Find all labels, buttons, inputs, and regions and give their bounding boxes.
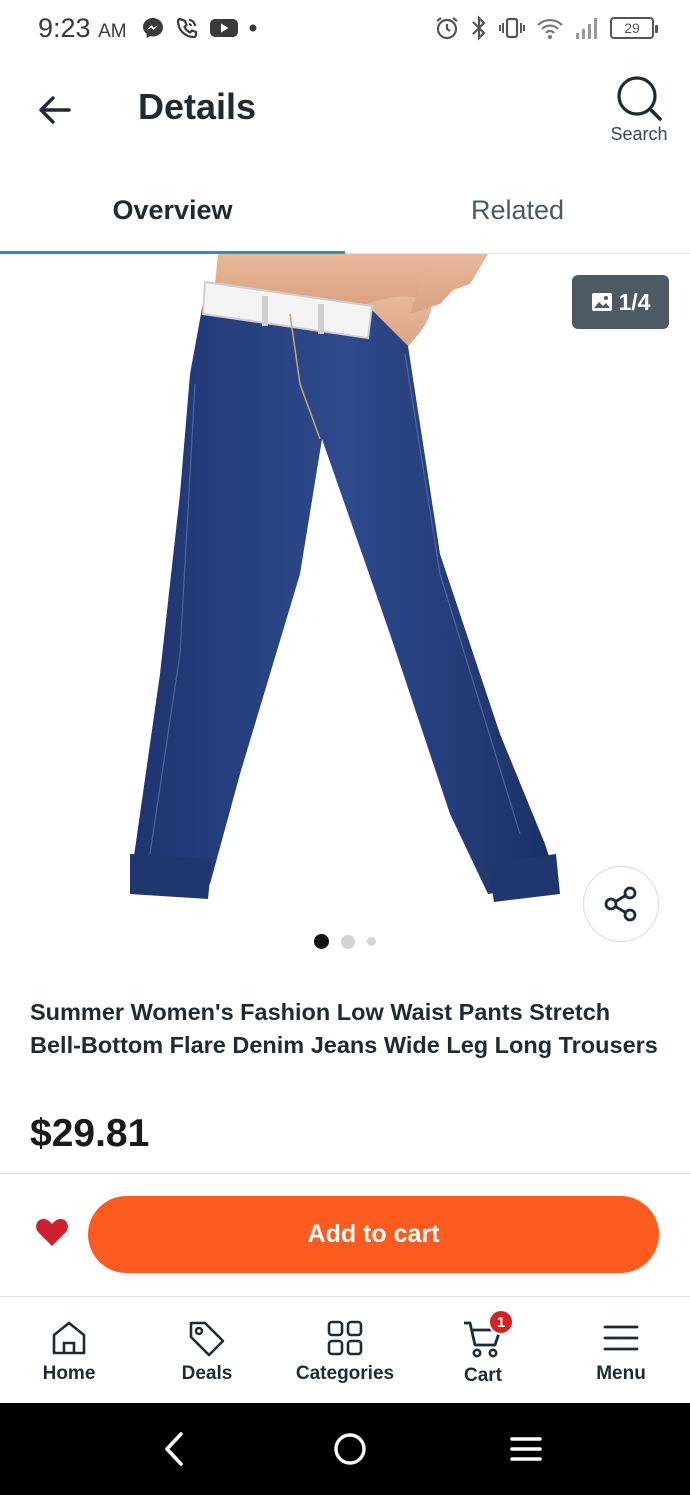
tab-related[interactable]: Related: [345, 166, 690, 254]
notification-icons: [141, 16, 257, 40]
alarm-icon: [436, 17, 458, 40]
messenger-icon: [142, 18, 163, 38]
nav-menu-label: Menu: [596, 1363, 646, 1384]
search-icon: [617, 76, 662, 121]
menu-icon: [603, 1325, 639, 1351]
image-icon: [591, 293, 612, 311]
gallery-pagination: [0, 934, 690, 949]
battery-level: 29: [624, 20, 640, 36]
system-back-button[interactable]: [150, 1425, 198, 1473]
more-notifications-dot-icon: [249, 24, 257, 32]
tag-icon: [189, 1321, 225, 1357]
youtube-icon: [209, 19, 238, 37]
share-icon: [604, 886, 637, 922]
arrow-left-icon: [39, 96, 71, 124]
back-button[interactable]: [30, 86, 78, 134]
nav-cart-label: Cart: [463, 1365, 502, 1386]
system-home-button[interactable]: [326, 1425, 374, 1473]
product-price: $29.81: [30, 1112, 150, 1155]
nav-categories[interactable]: Categories: [276, 1297, 414, 1403]
nav-menu[interactable]: Menu: [552, 1297, 690, 1403]
pagination-dot[interactable]: [341, 934, 355, 949]
tab-overview[interactable]: Overview: [0, 166, 345, 255]
chevron-left-icon: [165, 1432, 183, 1466]
cart-count-badge: 1: [488, 1309, 514, 1335]
wifi-call-icon: [176, 17, 197, 39]
nav-home-label: Home: [42, 1363, 96, 1384]
bluetooth-icon: [472, 15, 486, 41]
status-left: 9:23 AM: [38, 13, 257, 44]
search-label: Search: [610, 124, 668, 144]
status-right: 29: [434, 15, 658, 41]
nav-cart[interactable]: 1 Cart: [414, 1297, 552, 1403]
tab-bar: Overview Related: [0, 166, 690, 255]
product-title: Summer Women's Fashion Low Waist Pants S…: [30, 999, 658, 1058]
grid-icon: [327, 1320, 363, 1356]
product-image-gallery[interactable]: 1/4: [0, 254, 690, 966]
pagination-dot[interactable]: [367, 937, 376, 946]
signal-icon: [576, 18, 597, 39]
system-recents-button[interactable]: [502, 1425, 550, 1473]
system-navigation-bar: [0, 1403, 690, 1495]
app-header: Details Search: [0, 56, 690, 166]
search-button[interactable]: Search: [606, 74, 672, 145]
product-image: [130, 254, 560, 902]
nav-home[interactable]: Home: [0, 1297, 138, 1403]
clock: 9:23 AM: [38, 12, 127, 43]
nav-deals[interactable]: Deals: [138, 1297, 276, 1403]
divider: [0, 1173, 690, 1174]
favorite-button[interactable]: [32, 1212, 72, 1252]
status-bar: 9:23 AM 29: [0, 0, 690, 56]
pagination-dot[interactable]: [314, 934, 329, 949]
vibrate-icon: [499, 17, 525, 39]
circle-home-icon: [334, 1433, 366, 1465]
battery-icon: 29: [610, 17, 658, 39]
bottom-navigation: Home Deals Categories 1 Cart Menu: [0, 1297, 690, 1403]
image-counter-text: 1/4: [618, 288, 651, 315]
recents-icon: [510, 1437, 542, 1461]
home-icon: [52, 1321, 86, 1355]
heart-icon: [36, 1219, 68, 1246]
nav-categories-label: Categories: [295, 1363, 395, 1384]
share-button[interactable]: [583, 866, 659, 942]
nav-deals-label: Deals: [181, 1363, 233, 1384]
wifi-icon: [537, 18, 563, 39]
image-counter: 1/4: [572, 275, 669, 329]
page-title: Details: [138, 86, 257, 127]
add-to-cart-button[interactable]: Add to cart: [88, 1196, 659, 1273]
